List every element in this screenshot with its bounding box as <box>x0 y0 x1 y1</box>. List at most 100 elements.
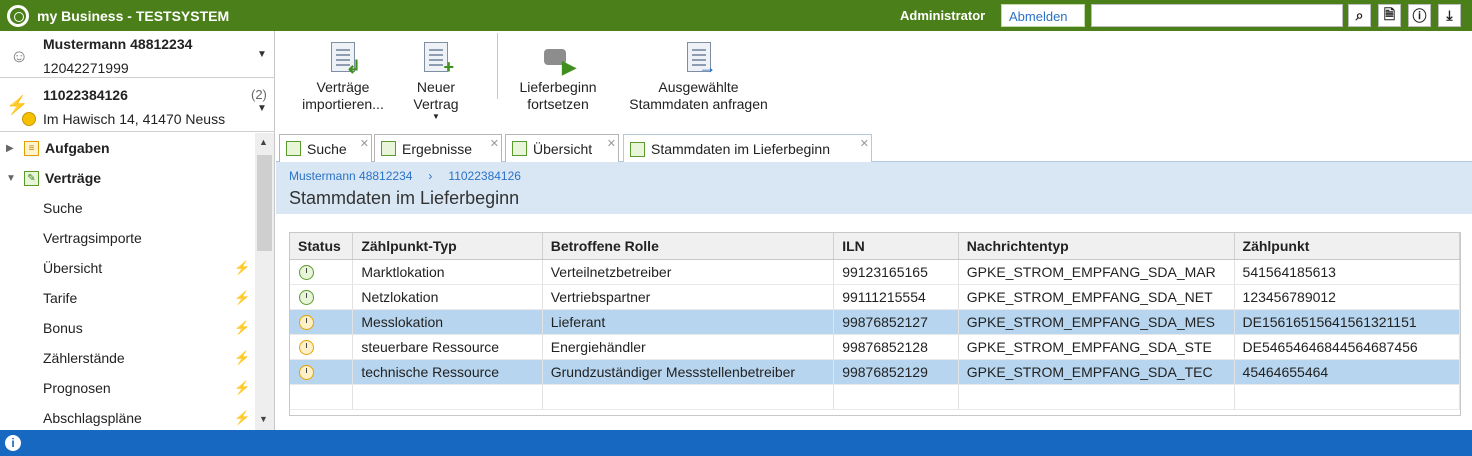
breadcrumb: Mustermann 48812234 › 11022384126 <box>289 169 521 183</box>
global-search-input[interactable] <box>1091 4 1343 27</box>
dropdown-arrow-icon[interactable]: ▼ <box>396 113 476 121</box>
info-icon[interactable]: ⓘ <box>1408 4 1431 27</box>
contract-selector[interactable]: ⚡ 11022384126 (2) Im Hawisch 14, 41470 N… <box>0 79 275 132</box>
close-icon[interactable]: ✕ <box>490 137 499 150</box>
collapse-arrow-icon[interactable]: ▼ <box>6 173 16 184</box>
status-bar: i <box>0 430 1472 456</box>
column-header[interactable]: Betroffene Rolle <box>542 233 835 260</box>
customer-name: Mustermann 48812234 <box>43 36 193 52</box>
cell-rolle: Vertriebspartner <box>542 284 835 310</box>
tree-item-vertragsimporte[interactable]: Vertragsimporte <box>0 223 255 253</box>
tree-label: Aufgaben <box>45 140 110 156</box>
button-label: Lieferbeginn <box>519 79 597 95</box>
column-header[interactable]: Status <box>290 233 354 260</box>
close-icon[interactable]: ✕ <box>860 137 869 150</box>
tab-ergebnisse[interactable]: Ergebnisse ✕ <box>374 134 502 162</box>
scroll-down-icon[interactable]: ▼ <box>259 414 268 424</box>
column-header[interactable]: Zählpunkt-Typ <box>352 233 543 260</box>
table-row[interactable]: Marktlokation Verteilnetzbetreiber 9912316… <box>290 259 1461 285</box>
new-document-icon: + <box>420 41 454 76</box>
close-icon[interactable]: ✕ <box>607 137 616 150</box>
empty-cell <box>542 384 835 410</box>
page-title: Stammdaten im Lieferbeginn <box>289 188 520 208</box>
column-header[interactable]: Zählpunkt <box>1234 233 1461 260</box>
tree-label: Suche <box>43 200 83 216</box>
plug-play-icon: ▶ <box>542 41 576 76</box>
new-contract-button[interactable]: + Neuer Vertrag ▼ <box>396 41 476 121</box>
table-row[interactable]: technische Ressource Grundzuständiger Mes… <box>290 359 1461 385</box>
chevron-down-icon[interactable]: ▼ <box>257 49 267 60</box>
breadcrumb-separator: › <box>428 169 433 183</box>
table-row[interactable]: Messlokation Lieferant 99876852127 GPKE_STR… <box>290 309 1461 335</box>
breadcrumb-contract-link[interactable]: 11022384126 <box>448 169 521 183</box>
cell-iln: 99876852128 <box>833 334 959 360</box>
page-header: Mustermann 48812234 › 11022384126 Stammdat… <box>276 162 1472 214</box>
bolt-icon: ⚡ <box>234 290 251 305</box>
search-icon[interactable]: ⌕ <box>1348 4 1371 27</box>
tree-item-bonus[interactable]: Bonus ⚡ <box>0 313 255 343</box>
tree-item-abschlagsplaene[interactable]: Abschlagspläne ⚡ <box>0 403 255 430</box>
cell-nachricht: GPKE_STROM_EMPFANG_SDA_STE <box>958 334 1235 360</box>
cell-rolle: Grundzuständiger Messstellenbetreiber <box>542 359 835 385</box>
column-header[interactable]: Nachrichtentyp <box>958 233 1235 260</box>
empty-cell <box>958 384 1235 410</box>
breadcrumb-customer-link[interactable]: Mustermann 48812234 <box>289 169 412 183</box>
resume-delivery-button[interactable]: ▶ Lieferbeginn fortsetzen <box>508 41 608 113</box>
tree-scrollbar[interactable]: ▲ ▼ <box>255 133 274 430</box>
button-label: Neuer <box>416 79 456 95</box>
cell-rolle: Verteilnetzbetreiber <box>542 259 835 285</box>
export-icon[interactable]: 🗎 <box>1378 4 1401 27</box>
edit-doc-icon <box>381 141 396 156</box>
button-label: Vertrag <box>413 96 459 112</box>
bolt-icon: ⚡ <box>234 410 251 425</box>
bolt-icon: ⚡ <box>234 380 251 395</box>
user-name: Administrator <box>900 8 986 23</box>
download-icon[interactable]: ⤓ <box>1438 4 1461 27</box>
tree-label: Tarife <box>43 290 78 306</box>
contract-number: 11022384126 <box>43 87 128 103</box>
info-icon[interactable]: i <box>5 435 21 451</box>
tree-item-uebersicht[interactable]: Übersicht ⚡ <box>0 253 255 283</box>
tree-item-suche[interactable]: Suche <box>0 193 255 223</box>
column-header[interactable]: ILN <box>833 233 959 260</box>
pending-clock-icon <box>299 339 314 355</box>
tab-uebersicht[interactable]: Übersicht ✕ <box>505 134 619 162</box>
tree-item-prognosen[interactable]: Prognosen ⚡ <box>0 373 255 403</box>
cell-typ: Messlokation <box>352 309 543 335</box>
cell-rolle: Lieferant <box>542 309 835 335</box>
cell-zp: 541564185613 <box>1234 259 1461 285</box>
logout-button[interactable]: Abmelden <box>1001 4 1085 27</box>
bolt-icon: ⚡ <box>234 260 251 275</box>
expand-arrow-icon[interactable]: ▶ <box>6 143 16 154</box>
status-cell <box>290 359 354 385</box>
ribbon-toolbar: ↲ Verträge importieren... + Neuer Vertra… <box>276 31 1472 131</box>
status-cell <box>290 334 354 360</box>
tab-stammdaten-lieferbeginn[interactable]: Stammdaten im Lieferbeginn ✕ <box>623 134 872 163</box>
request-document-icon: → <box>683 41 717 76</box>
bolt-icon: ⚡ <box>234 350 251 365</box>
tree-node-vertraege[interactable]: ▼ ✎ Verträge <box>0 163 255 193</box>
button-label: Verträge <box>316 79 370 95</box>
scroll-up-icon[interactable]: ▲ <box>259 137 268 147</box>
import-contracts-button[interactable]: ↲ Verträge importieren... <box>288 41 398 113</box>
pending-clock-icon <box>299 364 314 380</box>
chevron-down-icon[interactable]: ▼ <box>257 103 267 114</box>
tab-suche[interactable]: Suche ✕ <box>279 134 372 162</box>
cell-zp: DE15616515641561321151 <box>1234 309 1461 335</box>
button-label: fortsetzen <box>527 96 589 112</box>
table-row[interactable]: Netzlokation Vertriebspartner 99111215554 G… <box>290 284 1461 310</box>
cell-typ: Marktlokation <box>352 259 543 285</box>
tab-bar: Suche ✕ Ergebnisse ✕ Übersicht ✕ Stammda… <box>276 131 1472 163</box>
table-row[interactable]: steuerbare Ressource Energiehändler 998768… <box>290 334 1461 360</box>
customer-selector[interactable]: ☺ Mustermann 48812234 12042271999 ▼ <box>0 31 275 78</box>
tree-item-zaehlerstaende[interactable]: Zählerstände ⚡ <box>0 343 255 373</box>
close-icon[interactable]: ✕ <box>360 137 369 150</box>
table-header-row: Status Zählpunkt-Typ Betroffene Rolle IL… <box>290 233 1461 260</box>
cell-zp: DE54654646844564687456 <box>1234 334 1461 360</box>
tree-node-aufgaben[interactable]: ▶ ≡ Aufgaben <box>0 133 255 163</box>
scrollbar-thumb[interactable] <box>257 155 272 251</box>
request-master-data-button[interactable]: → Ausgewählte Stammdaten anfragen <box>616 41 781 113</box>
customer-group-icon: ☺ <box>10 46 29 66</box>
ok-check-icon <box>299 289 314 305</box>
tree-item-tarife[interactable]: Tarife ⚡ <box>0 283 255 313</box>
